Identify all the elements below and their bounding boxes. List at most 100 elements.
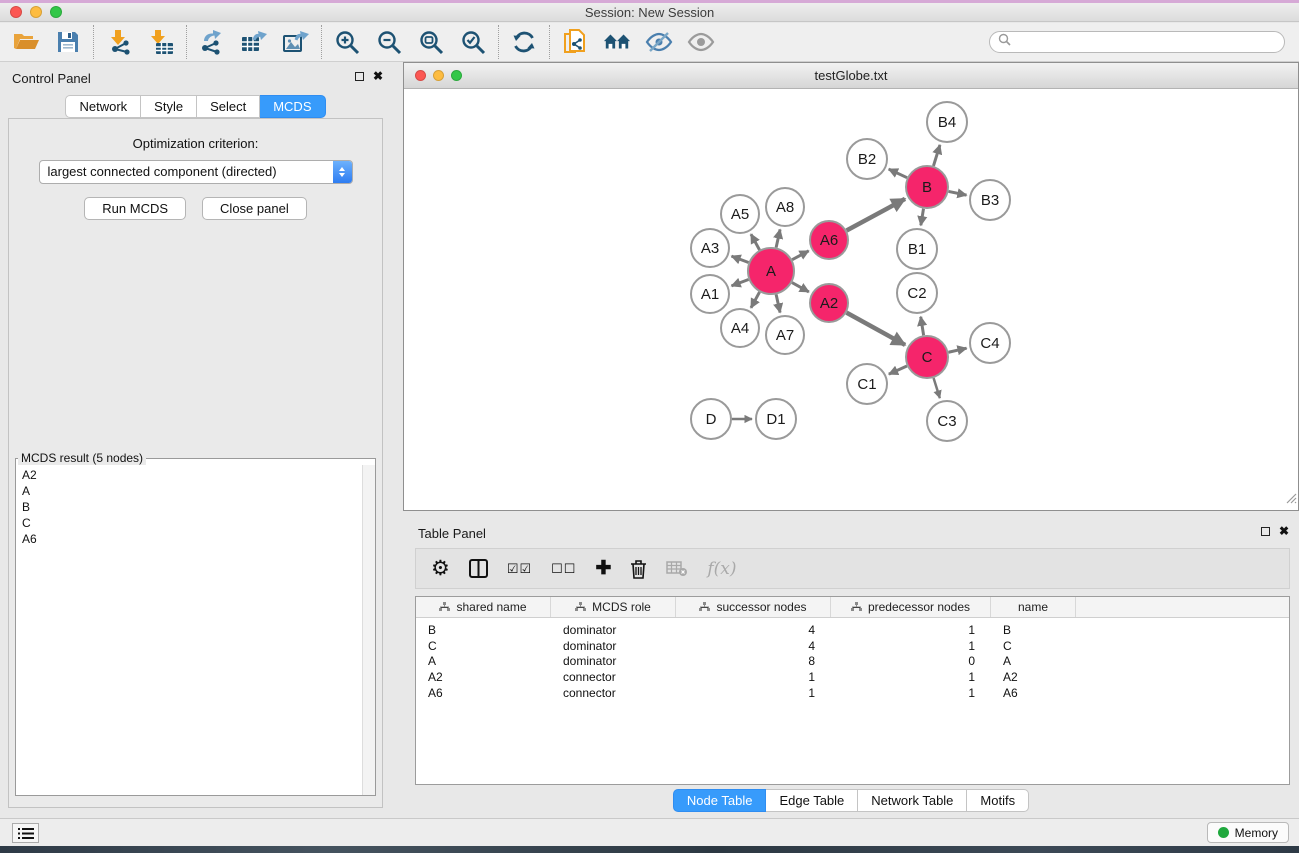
table-row[interactable]: Bdominator41B: [416, 622, 1289, 638]
table-row[interactable]: A6connector11A6: [416, 685, 1289, 701]
table-cell[interactable]: 1: [676, 686, 831, 700]
table-row[interactable]: Adominator80A: [416, 654, 1289, 670]
close-panel-button[interactable]: Close panel: [202, 197, 307, 220]
table-cell[interactable]: 0: [831, 654, 991, 668]
column-header-name[interactable]: name: [991, 597, 1076, 617]
result-list-item[interactable]: A: [16, 483, 362, 499]
import-table-button[interactable]: [147, 28, 175, 56]
table-cell[interactable]: 4: [676, 623, 831, 637]
table-cell[interactable]: connector: [551, 670, 676, 684]
result-list-scrollbar[interactable]: [362, 465, 375, 795]
graph-node-C4[interactable]: C4: [970, 323, 1010, 363]
graph-node-C[interactable]: C: [906, 336, 948, 378]
table-cell[interactable]: B: [991, 623, 1076, 637]
graph-node-A7[interactable]: A7: [766, 316, 804, 354]
table-cell[interactable]: connector: [551, 686, 676, 700]
table-cell[interactable]: 1: [831, 686, 991, 700]
table-cell[interactable]: 1: [831, 639, 991, 653]
tab-style[interactable]: Style: [141, 95, 197, 118]
table-cell[interactable]: 4: [676, 639, 831, 653]
graph-node-A5[interactable]: A5: [721, 195, 759, 233]
tab-edge-table[interactable]: Edge Table: [766, 789, 858, 812]
search-field[interactable]: [989, 31, 1285, 53]
run-mcds-button[interactable]: Run MCDS: [84, 197, 186, 220]
column-header-predecessor-nodes[interactable]: predecessor nodes: [831, 597, 991, 617]
table-row[interactable]: A2connector11A2: [416, 669, 1289, 685]
open-file-button[interactable]: [12, 28, 40, 56]
search-input[interactable]: [1017, 35, 1276, 49]
table-cell[interactable]: 1: [831, 670, 991, 684]
memory-button[interactable]: Memory: [1207, 822, 1289, 843]
graph-node-B3[interactable]: B3: [970, 180, 1010, 220]
column-header-successor-nodes[interactable]: successor nodes: [676, 597, 831, 617]
new-network-from-selection-button[interactable]: [561, 28, 589, 56]
tab-motifs[interactable]: Motifs: [967, 789, 1029, 812]
select-all-columns-icon[interactable]: ☑☑: [507, 561, 532, 577]
float-panel-icon[interactable]: [355, 72, 364, 81]
table-cell[interactable]: 1: [831, 623, 991, 637]
zoom-in-button[interactable]: [333, 28, 361, 56]
table-settings-gear-icon[interactable]: ⚙: [431, 556, 450, 581]
show-all-eye-icon[interactable]: [687, 28, 715, 56]
table-cell[interactable]: B: [416, 623, 551, 637]
graph-node-A1[interactable]: A1: [691, 275, 729, 313]
graph-node-D[interactable]: D: [691, 399, 731, 439]
apply-layout-button[interactable]: [510, 28, 538, 56]
tab-mcds[interactable]: MCDS: [260, 95, 325, 118]
criterion-select[interactable]: largest connected component (directed): [39, 160, 353, 184]
result-list-item[interactable]: C: [16, 515, 362, 531]
graph-node-B1[interactable]: B1: [897, 229, 937, 269]
table-cell[interactable]: A: [416, 654, 551, 668]
delete-columns-trash-icon[interactable]: [630, 559, 647, 579]
resize-grip-icon[interactable]: [1284, 491, 1297, 509]
table-cell[interactable]: A: [991, 654, 1076, 668]
save-session-button[interactable]: [54, 28, 82, 56]
table-cell[interactable]: dominator: [551, 623, 676, 637]
tab-network[interactable]: Network: [65, 95, 141, 118]
create-column-icon[interactable]: ✚: [595, 557, 611, 580]
graph-node-A4[interactable]: A4: [721, 309, 759, 347]
export-network-button[interactable]: [198, 28, 226, 56]
float-table-panel-icon[interactable]: [1261, 527, 1270, 536]
graph-node-B2[interactable]: B2: [847, 139, 887, 179]
table-cell[interactable]: A6: [416, 686, 551, 700]
home-overview-button[interactable]: [603, 28, 631, 56]
graph-node-B4[interactable]: B4: [927, 102, 967, 142]
graph-node-C1[interactable]: C1: [847, 364, 887, 404]
deselect-all-columns-icon[interactable]: ☐☐: [551, 561, 576, 577]
graph-node-A8[interactable]: A8: [766, 188, 804, 226]
hide-selected-eye-icon[interactable]: [645, 28, 673, 56]
export-table-button[interactable]: [240, 28, 268, 56]
show-columns-icon[interactable]: [469, 559, 488, 578]
graph-node-C3[interactable]: C3: [927, 401, 967, 441]
table-cell[interactable]: C: [416, 639, 551, 653]
import-network-button[interactable]: [105, 28, 133, 56]
export-image-button[interactable]: [282, 28, 310, 56]
network-graph[interactable]: B4B2BB3B1A6A5A8A3AA1A4A7A2C2CC4C1C3DD1: [404, 90, 1298, 510]
tab-select[interactable]: Select: [197, 95, 260, 118]
graph-node-A2[interactable]: A2: [810, 284, 848, 322]
table-cell[interactable]: A2: [416, 670, 551, 684]
table-cell[interactable]: A2: [991, 670, 1076, 684]
table-cell[interactable]: dominator: [551, 639, 676, 653]
close-table-panel-icon[interactable]: ✖: [1279, 526, 1289, 537]
task-history-button[interactable]: [12, 823, 39, 843]
close-panel-icon[interactable]: ✖: [373, 71, 383, 82]
result-list-item[interactable]: B: [16, 499, 362, 515]
table-cell[interactable]: 8: [676, 654, 831, 668]
table-row[interactable]: Cdominator41C: [416, 638, 1289, 654]
table-cell[interactable]: C: [991, 639, 1076, 653]
zoom-fit-button[interactable]: [417, 28, 445, 56]
graph-node-B[interactable]: B: [906, 166, 948, 208]
tab-network-table[interactable]: Network Table: [858, 789, 967, 812]
graph-node-D1[interactable]: D1: [756, 399, 796, 439]
result-list-item[interactable]: A6: [16, 531, 362, 547]
graph-node-A3[interactable]: A3: [691, 229, 729, 267]
column-header-shared-name[interactable]: shared name: [416, 597, 551, 617]
table-cell[interactable]: dominator: [551, 654, 676, 668]
table-cell[interactable]: 1: [676, 670, 831, 684]
result-list-item[interactable]: A2: [16, 467, 362, 483]
graph-node-C2[interactable]: C2: [897, 273, 937, 313]
zoom-out-button[interactable]: [375, 28, 403, 56]
column-header-mcds-role[interactable]: MCDS role: [551, 597, 676, 617]
